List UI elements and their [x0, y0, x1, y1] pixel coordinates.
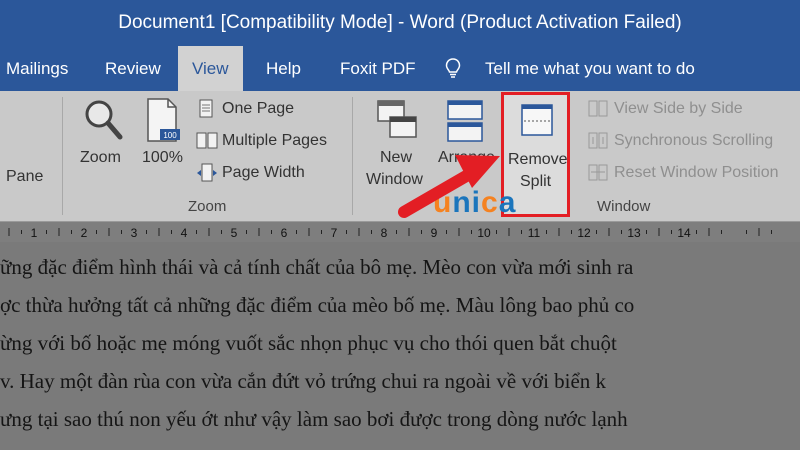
reset-window-position-button[interactable]: Reset Window Position [614, 164, 779, 182]
ruler-number: 9 [431, 226, 438, 240]
zoom-button[interactable]: Zoom [80, 149, 121, 167]
ruler-number: 14 [677, 226, 691, 240]
pane-label[interactable]: Pane [6, 168, 43, 186]
remove-split-line2: Split [520, 173, 552, 190]
ruler-number: 5 [231, 226, 238, 240]
document-line: ợc thừa hưởng tất cả những đặc điểm của … [0, 293, 635, 317]
one-page-icon [199, 99, 213, 118]
hundred-badge: 100 [163, 131, 177, 140]
remove-split-line1: Remove [508, 151, 568, 168]
document-body[interactable]: ững đặc điểm hình thái và cả tính chất c… [0, 243, 800, 450]
page-width-icon [197, 163, 217, 182]
ribbon-panel: Pane Zoom 100 100% One Page Multiple Pag… [0, 91, 800, 222]
ruler-number: 4 [181, 226, 188, 240]
tab-help[interactable]: Help [264, 46, 303, 91]
ruler-ticks: 1 2 3 4 5 6 7 8 9 10 11 12 13 14 [8, 226, 772, 240]
horizontal-ruler[interactable]: 1 2 3 4 5 6 7 8 9 10 11 12 13 14 [0, 222, 800, 242]
ruler-number: 1 [31, 226, 38, 240]
ruler-number: 11 [528, 226, 541, 240]
document-line: ưng tại sao thú non yếu ớt như vậy làm s… [0, 407, 628, 431]
ruler-number: 2 [81, 226, 88, 240]
zoom-group-label: Zoom [188, 198, 227, 215]
page-width-button[interactable]: Page Width [222, 164, 305, 182]
group-separator [352, 97, 353, 215]
document-line: v. Hay một đàn rùa con vừa cắn đứt vỏ tr… [0, 369, 607, 393]
new-window-line2[interactable]: Window [366, 171, 423, 189]
lightbulb-icon [445, 58, 461, 78]
ruler-number: 3 [131, 226, 138, 240]
tab-foxit-pdf[interactable]: Foxit PDF [338, 46, 418, 91]
sync-scrolling-icon [588, 132, 608, 149]
hundred-percent-button[interactable]: 100% [142, 149, 183, 167]
document-100-icon: 100 [147, 98, 180, 142]
multiple-pages-button[interactable]: Multiple Pages [222, 132, 327, 150]
arrange-all-button[interactable]: Arrange [438, 149, 495, 167]
window-title: Document1 [Compatibility Mode] - Word (P… [118, 12, 682, 33]
ruler-number: 13 [627, 226, 641, 240]
ruler-number: 6 [281, 226, 288, 240]
side-by-side-icon [588, 100, 608, 117]
tab-review[interactable]: Review [103, 46, 163, 91]
reset-window-icon [588, 164, 608, 181]
view-side-by-side-button[interactable]: View Side by Side [614, 100, 743, 118]
document-line: ững đặc điểm hình thái và cả tính chất c… [0, 255, 634, 279]
ruler-number: 12 [577, 226, 591, 240]
tell-me-text: Tell me what you want to do [485, 59, 695, 78]
ruler-number: 7 [331, 226, 338, 240]
magnifier-icon [85, 100, 123, 140]
tell-me-box[interactable]: Tell me what you want to do [445, 46, 695, 91]
ruler-number: 8 [381, 226, 388, 240]
unica-logo: unica [433, 186, 517, 219]
title-bar: Document1 [Compatibility Mode] - Word (P… [0, 0, 800, 46]
tab-view[interactable]: View [178, 46, 243, 91]
new-window-line1[interactable]: New [380, 149, 412, 167]
document-line: ừng với bố hoặc mẹ móng vuốt sắc nhọn ph… [0, 331, 617, 355]
one-page-button[interactable]: One Page [222, 100, 294, 118]
arrange-all-icon [447, 100, 483, 142]
group-separator [62, 97, 63, 215]
synchronous-scrolling-button[interactable]: Synchronous Scrolling [614, 132, 773, 150]
remove-split-icon [521, 104, 553, 136]
window-group-label: Window [597, 198, 651, 215]
tab-mailings[interactable]: Mailings [4, 46, 70, 91]
new-window-icon [377, 100, 417, 138]
ruler-number: 10 [477, 226, 491, 240]
ribbon-tabs: Mailings Review View Help Foxit PDF Tell… [0, 46, 800, 91]
multiple-pages-icon [196, 132, 218, 149]
